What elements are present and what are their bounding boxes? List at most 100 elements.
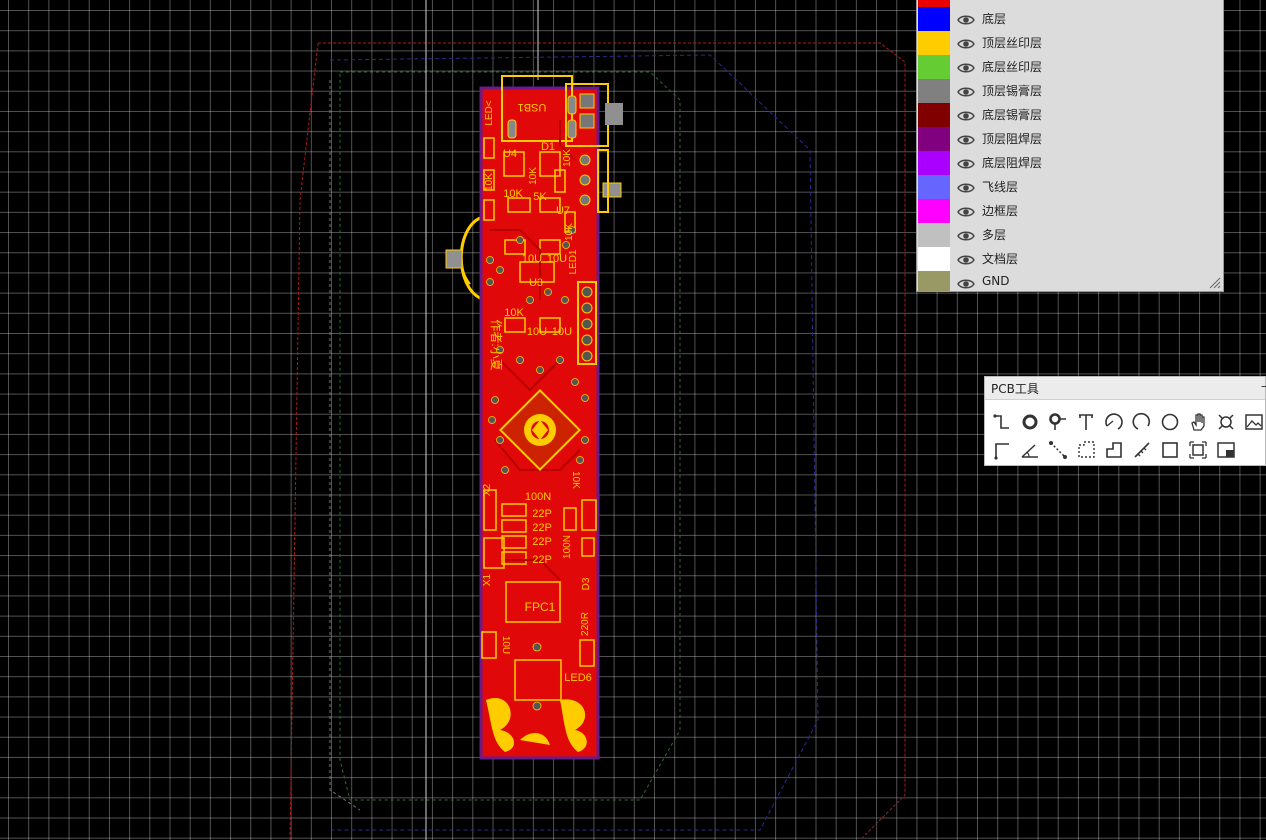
dimension-icon[interactable] (1047, 439, 1069, 461)
layer-name: 底层锡膏层 (982, 108, 1043, 122)
layer-color-swatch[interactable] (918, 79, 950, 103)
eye-icon[interactable] (957, 132, 975, 146)
angle-icon[interactable] (1019, 439, 1041, 461)
layout-icon[interactable] (1215, 439, 1237, 461)
layer-color-swatch[interactable] (918, 103, 950, 127)
eye-icon[interactable] (957, 36, 975, 50)
layer-row[interactable]: 边框层 (917, 199, 1223, 223)
label-100n-b: 100N (562, 535, 573, 559)
arc-ccw-icon[interactable] (1131, 411, 1153, 433)
layer-color-swatch[interactable] (918, 55, 950, 79)
label-10k-g: 10K (570, 471, 581, 489)
label-x2: X2 (482, 483, 493, 496)
layer-row[interactable]: 飞线层 (917, 175, 1223, 199)
pad-icon[interactable] (1019, 411, 1041, 433)
layer-name: 底层丝印层 (982, 60, 1043, 74)
layer-color-swatch[interactable] (918, 223, 950, 247)
pcb-tools-title: PCB工具 (991, 382, 1039, 396)
layer-row-top[interactable] (917, 0, 1223, 7)
eye-icon[interactable] (957, 180, 975, 194)
layer-color-swatch[interactable] (918, 175, 950, 199)
eye-icon[interactable] (957, 156, 975, 170)
layer-name: 底层阻焊层 (982, 156, 1043, 170)
ruler-icon[interactable] (1131, 439, 1153, 461)
outline-red-dashed-left (289, 42, 319, 840)
layers-panel: 底层顶层丝印层底层丝印层顶层锡膏层底层锡膏层顶层阻焊层底层阻焊层飞线层边框层多层… (916, 0, 1224, 292)
group-icon[interactable] (1187, 439, 1209, 461)
label-10u-b: 10U (547, 253, 567, 265)
polygon-icon[interactable] (1103, 439, 1125, 461)
layer-row[interactable]: 底层阻焊层 (917, 151, 1223, 175)
eye-icon[interactable] (957, 108, 975, 122)
label-100n-a: 100N (525, 491, 551, 503)
layer-row[interactable]: 顶层丝印层 (917, 31, 1223, 55)
eye-icon[interactable] (957, 228, 975, 242)
label-x1: X1 (482, 573, 493, 586)
outline-red-dashed (318, 42, 906, 840)
layer-name: 文档层 (982, 252, 1019, 266)
layer-color-swatch[interactable] (918, 127, 950, 151)
layer-color-swatch[interactable] (918, 31, 950, 55)
layer-row[interactable]: 底层 (917, 7, 1223, 31)
label-d3: D3 (581, 577, 592, 590)
eye-icon[interactable] (957, 84, 975, 98)
layer-row[interactable]: 多层 (917, 223, 1223, 247)
layer-row[interactable]: 顶层锡膏层 (917, 79, 1223, 103)
layer-name: 顶层丝印层 (982, 36, 1043, 50)
layer-row[interactable]: 顶层阻焊层 (917, 127, 1223, 151)
label-u4: U4 (503, 148, 517, 160)
track-icon[interactable] (991, 439, 1013, 461)
label-10k-f: 10K (504, 307, 524, 319)
via-icon[interactable] (1047, 411, 1069, 433)
label-u7: U7 (556, 205, 570, 217)
eye-icon[interactable] (957, 204, 975, 218)
layer-color-swatch[interactable] (918, 271, 950, 291)
layer-color-swatch[interactable] (918, 7, 950, 31)
resize-grip-icon[interactable] (1209, 277, 1221, 289)
wire-icon[interactable] (991, 411, 1013, 433)
pcb-tools-titlebar[interactable]: PCB工具 – (985, 377, 1266, 400)
text-icon[interactable] (1075, 411, 1097, 433)
label-10k-a: 10K (484, 173, 495, 191)
layer-color-swatch[interactable] (918, 199, 950, 223)
minimize-button[interactable]: – (1261, 379, 1266, 393)
label-10k-d: 10K (562, 149, 573, 167)
label-5k: 5K (533, 191, 547, 203)
layer-name: GND (982, 274, 1010, 288)
layer-color-swatch[interactable] (918, 151, 950, 175)
layer-color-swatch[interactable] (918, 0, 950, 7)
layer-name: 多层 (982, 228, 1007, 242)
layer-color-swatch[interactable] (918, 247, 950, 271)
layer-row[interactable]: 底层丝印层 (917, 55, 1223, 79)
region-icon[interactable] (1075, 439, 1097, 461)
layer-row[interactable]: 底层锡膏层 (917, 103, 1223, 127)
hand-icon[interactable] (1187, 411, 1209, 433)
label-22p-a: 22P (532, 508, 552, 520)
label-led6: LED6 (564, 672, 592, 684)
outline-gray-dashed (329, 80, 361, 811)
label-led1: LED1 (568, 249, 579, 274)
image-icon[interactable] (1243, 411, 1265, 433)
label-u3: U3 (529, 277, 543, 289)
layer-row[interactable]: 文档层 (917, 247, 1223, 271)
circle-icon[interactable] (1159, 411, 1181, 433)
layer-name: 边框层 (982, 204, 1019, 218)
layer-name: 顶层阻焊层 (982, 132, 1043, 146)
eye-icon[interactable] (957, 252, 975, 266)
label-10u-a: 10U (522, 253, 542, 265)
target-icon[interactable] (1215, 411, 1237, 433)
layer-row[interactable]: GND (917, 271, 1223, 291)
rect-icon[interactable] (1159, 439, 1181, 461)
label-10k-e: 10K (564, 223, 575, 241)
label-22p-d: 22P (532, 554, 552, 566)
label-10k-b: 10K (503, 188, 523, 200)
eye-icon[interactable] (957, 276, 975, 290)
eye-icon[interactable] (957, 12, 975, 26)
label-author: 作者:小夏 (489, 319, 503, 370)
label-10u-d: 10U (552, 326, 572, 338)
side-button-outline (445, 216, 481, 300)
eye-icon[interactable] (957, 60, 975, 74)
arc-icon[interactable] (1103, 411, 1125, 433)
label-fpc1: FPC1 (525, 600, 556, 614)
label-10u-c: 10U (527, 326, 547, 338)
